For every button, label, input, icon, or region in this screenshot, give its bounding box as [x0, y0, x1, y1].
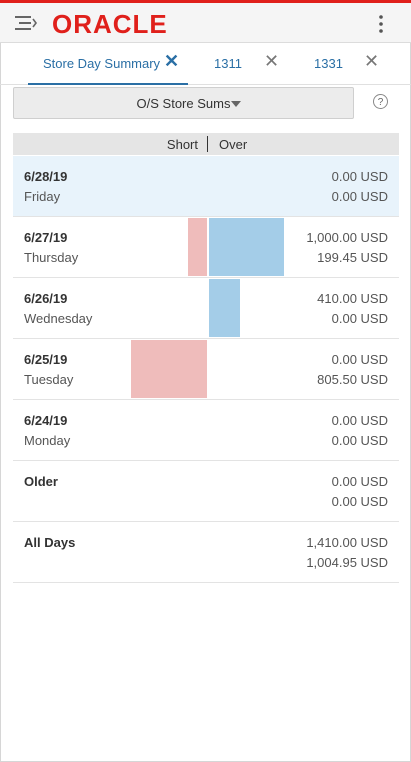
close-tab-icon[interactable]: ✕ — [164, 52, 179, 70]
row-day: Friday — [24, 189, 61, 204]
close-tab-icon[interactable]: ✕ — [264, 52, 279, 70]
row-day: Monday — [24, 433, 71, 448]
day-row[interactable]: 6/28/19 Friday 0.00 USD 0.00 USD — [13, 156, 399, 217]
short-amount: 199.45 USD — [317, 250, 388, 265]
tab-label: 1331 — [314, 56, 343, 71]
day-row[interactable]: All Days 1,410.00 USD 1,004.95 USD — [13, 522, 399, 583]
app-header: ORACLE — [0, 3, 411, 43]
row-date: All Days — [24, 535, 76, 550]
row-date: 6/25/19 — [24, 352, 68, 367]
close-tab-icon[interactable]: ✕ — [364, 52, 379, 70]
day-row[interactable]: Older 0.00 USD 0.00 USD — [13, 461, 399, 522]
over-amount: 0.00 USD — [331, 413, 388, 428]
row-day: Tuesday — [24, 372, 74, 387]
short-amount: 805.50 USD — [317, 372, 388, 387]
short-amount: 0.00 USD — [331, 433, 388, 448]
day-row[interactable]: 6/27/19 Thursday 1,000.00 USD 199.45 USD — [13, 217, 399, 278]
tab-1331[interactable]: 1331 ✕ — [300, 43, 390, 84]
over-bar — [209, 279, 240, 337]
row-date: 6/24/19 — [24, 413, 68, 428]
tab-store-day-summary[interactable]: Store Day Summary ✕ — [28, 43, 188, 85]
tab-1311[interactable]: 1311 ✕ — [200, 43, 290, 84]
over-amount: 0.00 USD — [331, 352, 388, 367]
chevron-down-icon — [231, 101, 241, 107]
over-amount: 0.00 USD — [331, 169, 388, 184]
tab-label: Store Day Summary — [43, 56, 161, 71]
svg-text:ORACLE: ORACLE — [52, 11, 168, 37]
day-row[interactable]: 6/25/19 Tuesday 0.00 USD 805.50 USD — [13, 339, 399, 400]
tab-bar: Store Day Summary ✕ 1311 ✕ 1331 ✕ — [0, 43, 411, 85]
over-bar — [209, 218, 284, 276]
short-amount: 0.00 USD — [331, 494, 388, 509]
row-date: Older — [24, 474, 58, 489]
row-day: Wednesday — [24, 311, 93, 326]
column-header: Short Over — [13, 133, 399, 155]
short-amount: 0.00 USD — [331, 311, 388, 326]
short-bar — [131, 340, 207, 398]
help-icon[interactable]: ? — [373, 94, 388, 109]
over-column-label: Over — [219, 137, 248, 152]
row-date: 6/27/19 — [24, 230, 68, 245]
day-row[interactable]: 6/26/19 Wednesday 410.00 USD 0.00 USD — [13, 278, 399, 339]
short-amount: 1,004.95 USD — [306, 555, 388, 570]
navigation-menu-icon[interactable] — [15, 14, 37, 32]
over-amount: 1,410.00 USD — [306, 535, 388, 550]
row-date: 6/28/19 — [24, 169, 68, 184]
over-amount: 410.00 USD — [317, 291, 388, 306]
more-options-icon[interactable] — [376, 14, 386, 34]
os-store-sums-select[interactable]: O/S Store Sums — [13, 87, 354, 119]
day-row[interactable]: 6/24/19 Monday 0.00 USD 0.00 USD — [13, 400, 399, 461]
short-bar — [188, 218, 207, 276]
row-date: 6/26/19 — [24, 291, 68, 306]
tab-label: 1311 — [214, 56, 242, 71]
oracle-logo: ORACLE — [52, 11, 168, 37]
short-amount: 0.00 USD — [331, 189, 388, 204]
row-day: Thursday — [24, 250, 79, 265]
short-column-label: Short — [166, 137, 198, 152]
over-amount: 0.00 USD — [331, 474, 388, 489]
over-amount: 1,000.00 USD — [306, 230, 388, 245]
zero-divider — [207, 136, 208, 152]
select-label: O/S Store Sums — [136, 96, 231, 111]
